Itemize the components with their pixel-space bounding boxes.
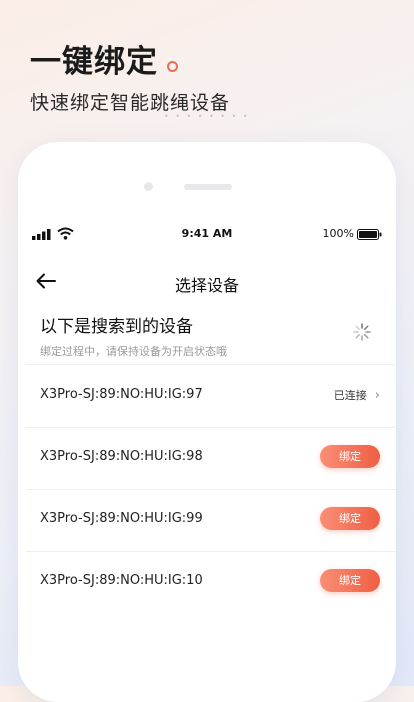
page-title: 选择设备 — [174, 276, 239, 295]
device-name: X3Pro-SJ:89:NO:HU:IG:98 — [40, 449, 203, 464]
list-hint: 绑定过程中，请保持设备为开启状态哦 — [40, 345, 227, 358]
device-row[interactable]: X3Pro-SJ:89:NO:HU:IG:99 绑定 — [26, 489, 388, 551]
bind-button[interactable]: 绑定 — [320, 569, 380, 592]
promo-title: 一键绑定 — [30, 44, 158, 80]
battery-icon — [357, 229, 382, 240]
promo-subtitle: 快速绑定智能跳绳设备 — [30, 92, 231, 114]
device-row[interactable]: X3Pro-SJ:89:NO:HU:IG:98 绑定 — [26, 427, 388, 489]
phone-frame: 9:41 AM 100% 选择设备 以下是搜索到的设备 绑定过程中，请保持设备为… — [18, 142, 396, 702]
speaker-grille — [184, 184, 232, 190]
list-heading: 以下是搜索到的设备 — [40, 317, 193, 337]
bind-button[interactable]: 绑定 — [320, 507, 380, 530]
device-name: X3Pro-SJ:89:NO:HU:IG:10 — [40, 573, 203, 588]
decorative-dots: • • • • • • • • — [164, 112, 250, 121]
device-name: X3Pro-SJ:89:NO:HU:IG:97 — [40, 387, 203, 402]
status-bar: 9:41 AM 100% — [32, 226, 382, 244]
nav-bar: 选择设备 — [18, 266, 396, 298]
bind-button[interactable]: 绑定 — [320, 445, 380, 468]
battery-percent: 100% — [322, 227, 354, 240]
device-name: X3Pro-SJ:89:NO:HU:IG:99 — [40, 511, 203, 526]
connected-status[interactable]: 已连接 › — [334, 387, 380, 403]
camera-icon — [144, 182, 153, 191]
connected-label: 已连接 — [333, 389, 367, 402]
loading-spinner-icon — [353, 323, 371, 341]
promo-dot-icon — [167, 61, 178, 72]
device-row[interactable]: X3Pro-SJ:89:NO:HU:IG:97 已连接 › — [26, 365, 388, 427]
device-row[interactable]: X3Pro-SJ:89:NO:HU:IG:10 绑定 — [26, 551, 388, 613]
chevron-right-icon: › — [374, 388, 380, 403]
list-header: 以下是搜索到的设备 绑定过程中，请保持设备为开启状态哦 — [40, 312, 380, 359]
